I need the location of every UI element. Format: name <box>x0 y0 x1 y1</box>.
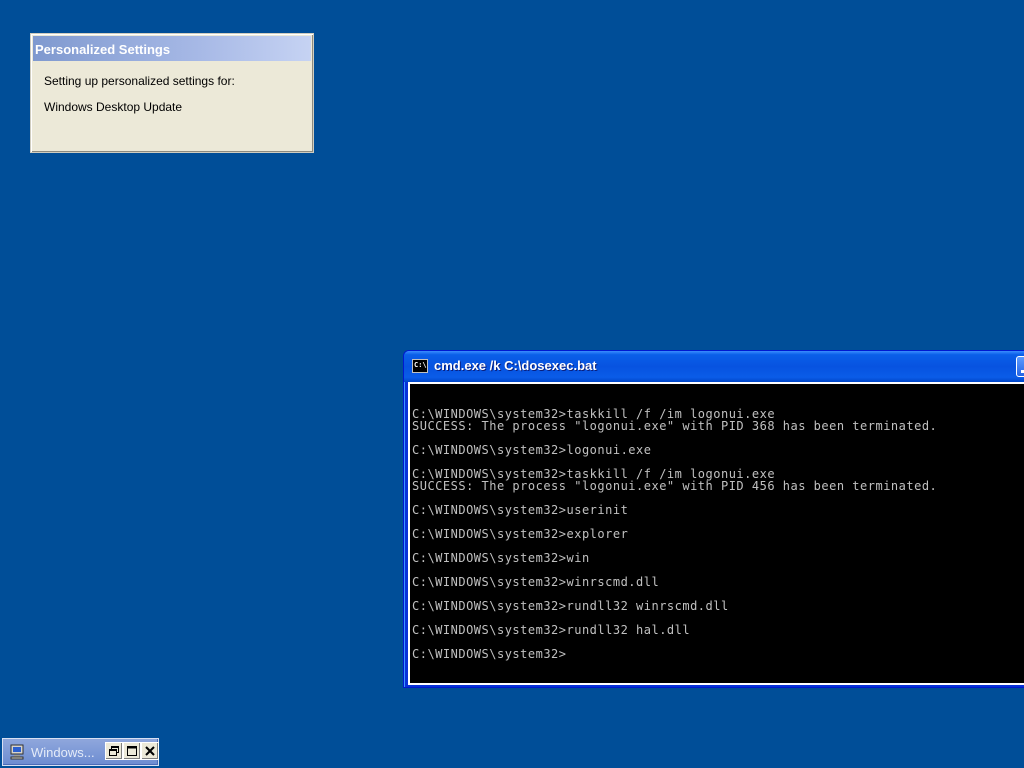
console-line: SUCCESS: The process "logonui.exe" with … <box>412 479 938 493</box>
restore-button[interactable] <box>105 742 123 760</box>
computer-icon <box>10 744 24 760</box>
setup-component-name: Windows Desktop Update <box>44 100 183 114</box>
maximize-button[interactable] <box>123 742 141 760</box>
console-line: C:\WINDOWS\system32>winrscmd.dll <box>412 575 660 589</box>
console-line: C:\WINDOWS\system32> <box>412 647 567 661</box>
personalized-settings-titlebar[interactable]: Personalized Settings <box>33 36 311 61</box>
desktop[interactable]: Personalized Settings Setting up persona… <box>0 0 1024 768</box>
restore-icon <box>109 746 119 756</box>
console-line: C:\WINDOWS\system32>rundll32 winrscmd.dl… <box>412 599 729 613</box>
maximize-icon <box>127 746 137 756</box>
console-line: C:\WINDOWS\system32>win <box>412 551 590 565</box>
minimize-button[interactable] <box>1016 356 1024 377</box>
personalized-settings-window[interactable]: Personalized Settings Setting up persona… <box>30 33 314 153</box>
close-icon <box>145 746 155 756</box>
console-output[interactable]: C:\WINDOWS\system32>taskkill /f /im logo… <box>410 384 1024 683</box>
personalized-settings-title: Personalized Settings <box>35 42 171 57</box>
console-icon[interactable]: C:\ <box>412 359 428 373</box>
minimized-window-title: Windows... <box>31 745 95 760</box>
cmd-titlebar[interactable]: C:\ cmd.exe /k C:\dosexec.bat <box>404 351 1024 382</box>
close-button[interactable] <box>141 742 159 760</box>
console-lines: C:\WINDOWS\system32>taskkill /f /im logo… <box>412 396 937 660</box>
console-line: C:\WINDOWS\system32>userinit <box>412 503 629 517</box>
cmd-window[interactable]: C:\ cmd.exe /k C:\dosexec.bat C:\WINDOWS… <box>403 350 1024 688</box>
console-line: SUCCESS: The process "logonui.exe" with … <box>412 419 938 433</box>
setup-status-text: Setting up personalized settings for: <box>44 74 235 88</box>
cmd-window-title: cmd.exe /k C:\dosexec.bat <box>434 358 597 373</box>
console-line: C:\WINDOWS\system32>explorer <box>412 527 629 541</box>
console-icon-label: C:\ <box>414 361 427 369</box>
minimized-window[interactable]: Windows... <box>2 738 159 766</box>
console-line: C:\WINDOWS\system32>rundll32 hal.dll <box>412 623 691 637</box>
cmd-client-area: C:\WINDOWS\system32>taskkill /f /im logo… <box>408 382 1024 685</box>
console-line: C:\WINDOWS\system32>logonui.exe <box>412 443 652 457</box>
